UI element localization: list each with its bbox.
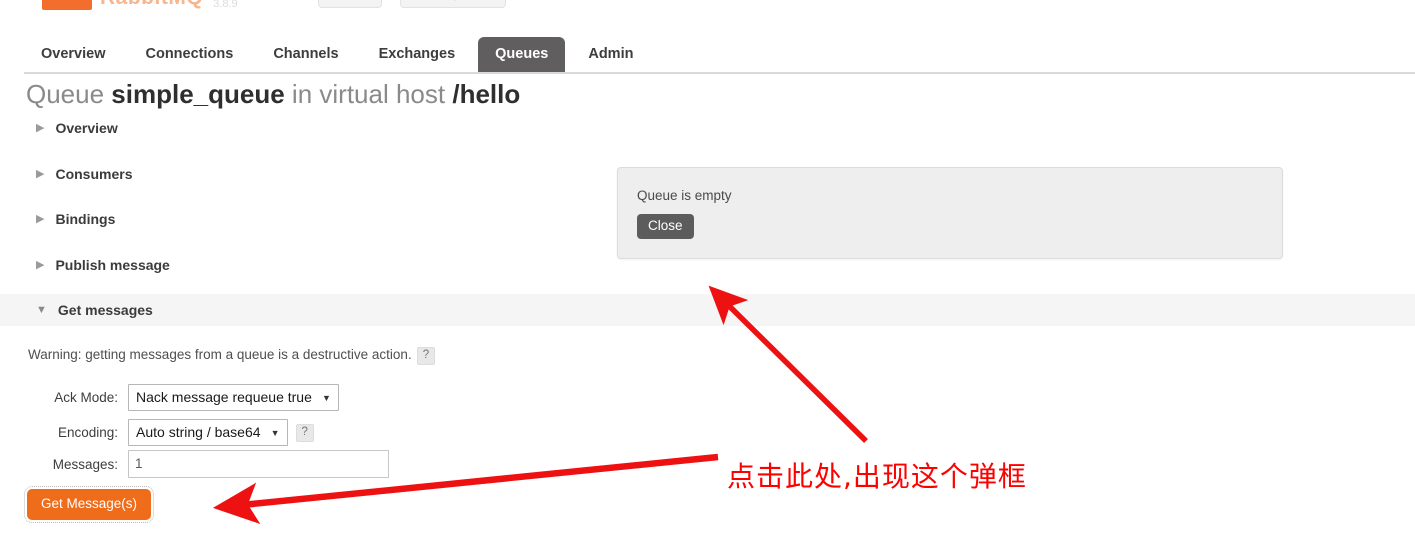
chevron-right-icon: ▶	[36, 121, 45, 134]
tab-channels[interactable]: Channels	[256, 37, 355, 72]
header-last-update-label: Last update	[401, 0, 505, 7]
queue-empty-popup: Queue is empty Close	[617, 167, 1283, 259]
header-last-update-button[interactable]: Last update	[400, 0, 506, 8]
tab-exchanges-label: Exchanges	[378, 46, 456, 62]
ack-mode-select[interactable]: Nack message requeue true ▼	[128, 384, 339, 411]
tab-admin-label: Admin	[588, 46, 634, 62]
section-get-messages[interactable]: ▼ Get messages	[0, 294, 1415, 326]
header-refresh-button[interactable]: Refresh	[318, 0, 382, 8]
main-navigation: Overview Connections Channels Exchanges …	[0, 28, 1415, 74]
chevron-right-icon: ▶	[36, 212, 45, 225]
section-consumers-label: Consumers	[55, 166, 133, 182]
messages-row: Messages:	[36, 450, 389, 478]
warning-text: Warning: getting messages from a queue i…	[28, 347, 412, 362]
page-title: Queue simple_queue in virtual host /hell…	[26, 79, 520, 110]
encoding-label: Encoding:	[57, 425, 118, 440]
chevron-down-icon: ▼	[36, 303, 47, 316]
encoding-select[interactable]: Auto string / base64 ▼	[128, 419, 288, 446]
section-get-messages-label: Get messages	[57, 302, 153, 318]
get-messages-button[interactable]: Get Message(s)	[23, 486, 155, 523]
logo-mark-icon	[42, 0, 92, 10]
header-refresh-label: Refresh	[319, 0, 381, 7]
popup-close-button[interactable]: Close	[637, 214, 694, 239]
section-overview[interactable]: ▶ Overview	[0, 112, 1415, 144]
rabbitmq-management-page: RabbitMQ 3.8.9 Refresh Last update Overv…	[0, 0, 1415, 542]
section-publish-message-label: Publish message	[55, 257, 170, 273]
page-title-queue-name: simple_queue	[111, 79, 285, 109]
tab-exchanges[interactable]: Exchanges	[362, 37, 473, 72]
encoding-row: Encoding: Auto string / base64 ▼ ?	[36, 419, 314, 446]
tab-overview-label: Overview	[41, 46, 106, 62]
chevron-right-icon: ▶	[36, 167, 45, 180]
destructive-action-warning: Warning: getting messages from a queue i…	[28, 347, 436, 365]
nav-divider	[24, 72, 1415, 74]
ack-mode-value: Nack message requeue true	[136, 389, 312, 405]
encoding-help-icon[interactable]: ?	[295, 423, 314, 442]
tab-overview[interactable]: Overview	[24, 37, 123, 72]
tab-admin[interactable]: Admin	[571, 37, 650, 72]
chevron-down-icon: ▼	[270, 427, 280, 438]
tab-connections[interactable]: Connections	[129, 37, 251, 72]
popup-message: Queue is empty	[637, 188, 732, 203]
page-title-prefix: Queue	[26, 79, 112, 109]
ack-mode-label: Ack Mode:	[54, 390, 118, 405]
tab-channels-label: Channels	[273, 46, 339, 62]
messages-count-input[interactable]	[128, 450, 389, 478]
warning-help-icon[interactable]: ?	[416, 347, 436, 365]
section-bindings-label: Bindings	[55, 211, 116, 227]
logo-text: RabbitMQ	[100, 0, 203, 10]
ack-mode-row: Ack Mode: Nack message requeue true ▼	[36, 384, 339, 411]
logo-version: 3.8.9	[213, 0, 238, 10]
tab-queues-label: Queues	[495, 46, 549, 62]
tab-connections-label: Connections	[145, 46, 234, 62]
chevron-down-icon: ▼	[321, 392, 331, 403]
rabbitmq-logo[interactable]: RabbitMQ 3.8.9	[42, 0, 238, 10]
encoding-value: Auto string / base64	[136, 424, 261, 440]
annotation-text: 点击此处,出现这个弹框	[727, 460, 1027, 493]
app-header: RabbitMQ 3.8.9 Refresh Last update	[0, 0, 1415, 12]
section-overview-label: Overview	[55, 120, 118, 136]
page-title-vhost: /hello	[452, 79, 521, 109]
messages-label: Messages:	[52, 456, 118, 472]
page-title-middle: in virtual host	[284, 79, 453, 109]
chevron-right-icon: ▶	[36, 258, 45, 271]
tab-queues[interactable]: Queues	[478, 37, 566, 72]
